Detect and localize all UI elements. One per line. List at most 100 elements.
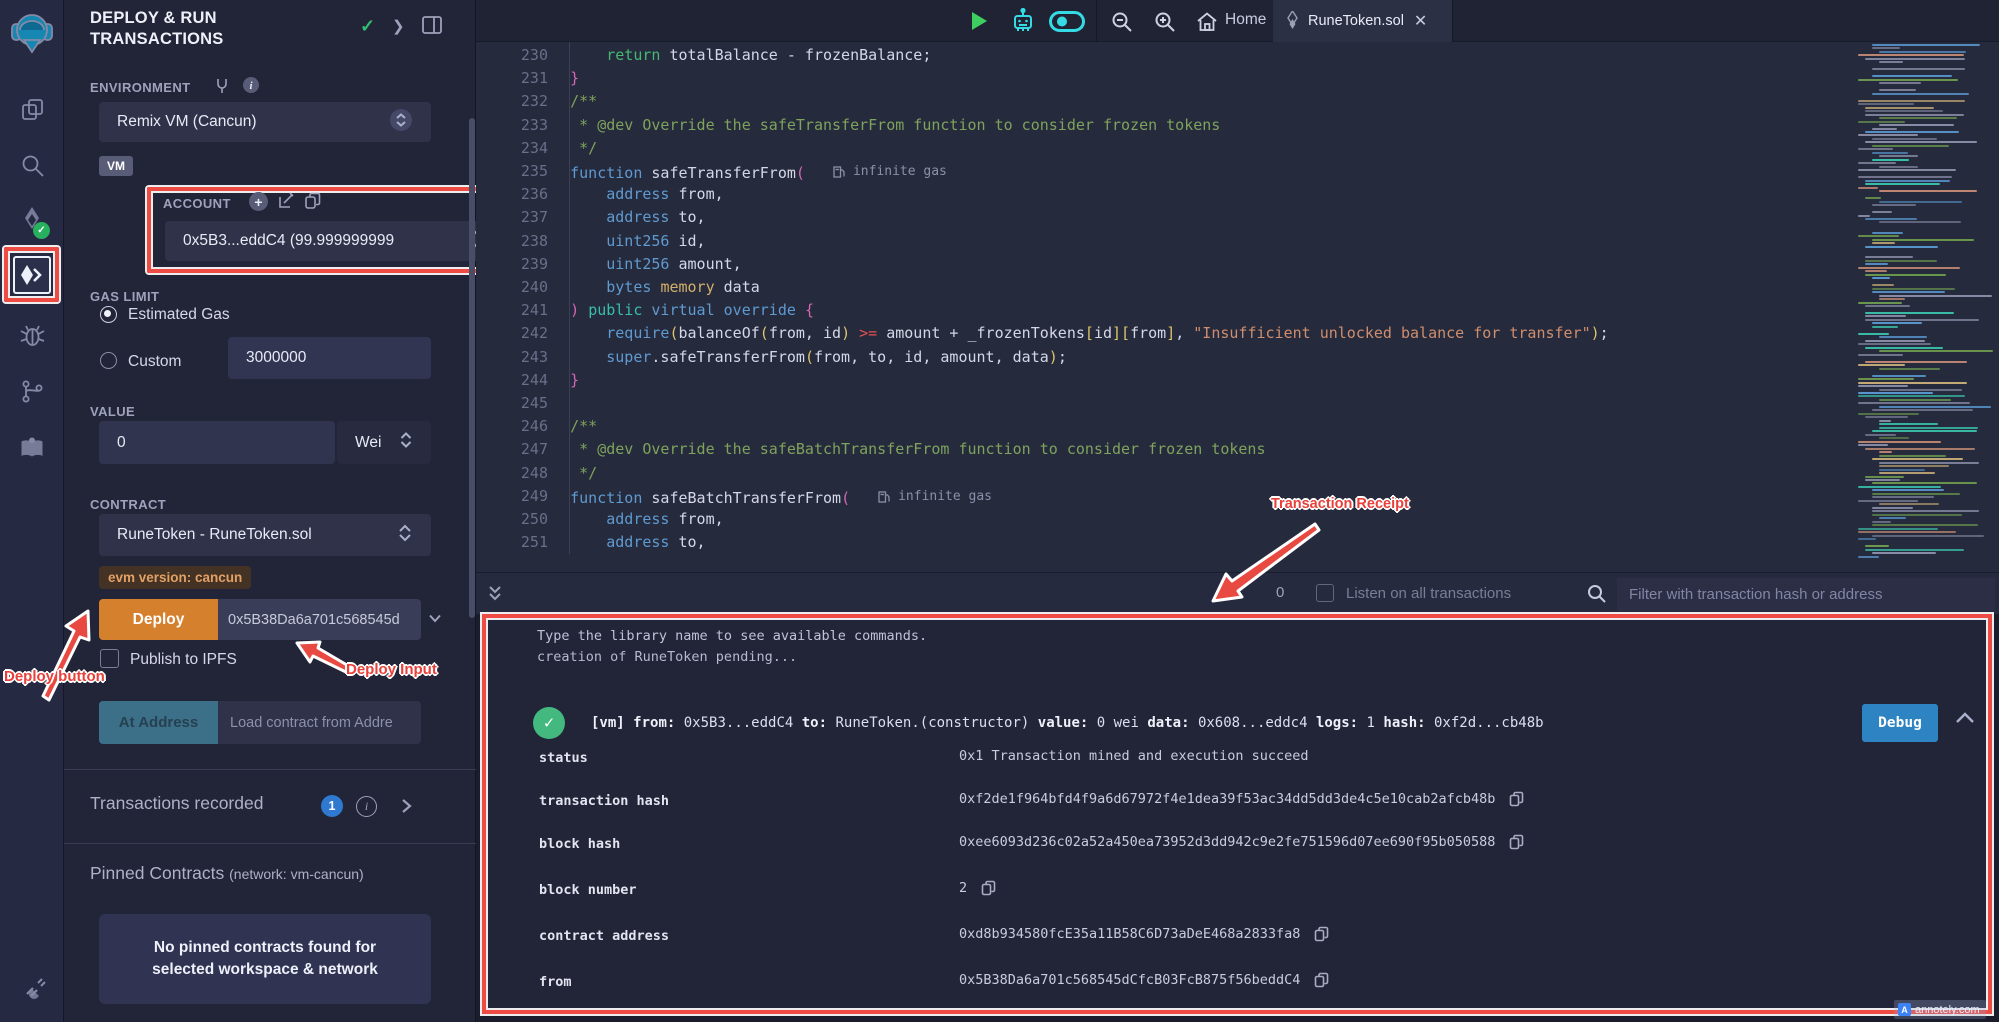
terminal-log-line: Type the library name to see available c…: [537, 628, 927, 644]
code-line: 235 function safeTransferFrom(infinite g…: [476, 160, 1846, 183]
copy-icon[interactable]: [1509, 791, 1524, 807]
receipt-row-value: 0xee6093d236c02a52a450ea73952d3dd942c9e2…: [959, 834, 1524, 850]
value-unit-select[interactable]: Wei: [337, 421, 431, 464]
sidebar-scrollbar[interactable]: [469, 118, 475, 618]
zoom-in-icon[interactable]: [1153, 10, 1177, 39]
plug-icon[interactable]: [0, 975, 64, 1002]
receipt-row-value: 0x5B38Da6a701c568545dCfcB03FcB875f56bedd…: [959, 972, 1329, 988]
value-input[interactable]: 0: [99, 421, 335, 464]
terminal-header: 0 Listen on all transactions Filter with…: [476, 572, 1999, 614]
editor-topbar: Home RuneToken.sol ✕: [476, 0, 1999, 42]
deploy-expand-chevron-icon[interactable]: [427, 610, 443, 631]
code-line: 236 address from,: [476, 183, 1846, 206]
copy-icon[interactable]: [1314, 972, 1329, 988]
code-line: 234 */: [476, 137, 1846, 160]
listen-all-label: Listen on all transactions: [1346, 585, 1511, 602]
pinned-network: (network: vm-cancun): [229, 866, 364, 882]
code-line: 245: [476, 392, 1846, 415]
at-address-input[interactable]: Load contract from Addre: [218, 701, 421, 744]
fork-state-icon[interactable]: [214, 77, 230, 99]
deploy-run-panel: DEPLOY & RUN TRANSACTIONS ✓ ❯ ENVIRONMEN…: [64, 0, 476, 1022]
line-number: 245: [476, 392, 548, 415]
search-icon[interactable]: [0, 152, 64, 179]
custom-gas-label: Custom: [128, 353, 181, 371]
copy-icon[interactable]: [1314, 926, 1329, 942]
custom-gas-input[interactable]: 3000000: [228, 337, 431, 379]
code-line: 242 require(balanceOf(from, id) >= amoun…: [476, 322, 1846, 345]
home-icon[interactable]: [1195, 10, 1219, 39]
edit-account-icon[interactable]: [277, 192, 295, 215]
collapse-receipt-icon[interactable]: [1954, 710, 1976, 730]
deploy-and-run-tab[interactable]: [13, 256, 51, 294]
zoom-out-icon[interactable]: [1110, 10, 1134, 39]
debugger-icon[interactable]: [0, 322, 64, 349]
estimated-gas-radio[interactable]: [100, 306, 117, 323]
panel-forward-icon[interactable]: ❯: [392, 17, 405, 35]
panel-layout-icon[interactable]: [422, 16, 442, 39]
account-select[interactable]: 0x5B3...eddC4 (99.999999999: [165, 221, 493, 261]
publish-ipfs-checkbox[interactable]: [100, 649, 119, 668]
account-value: 0x5B3...eddC4 (99.999999999: [183, 232, 394, 250]
receipt-row-label: transaction hash: [539, 793, 669, 809]
infinite-gas-annotation: infinite gas: [878, 485, 992, 508]
success-check-icon: ✓: [533, 707, 565, 739]
evm-version-badge: evm version: cancun: [99, 566, 251, 589]
tab-runetoken[interactable]: RuneToken.sol ✕: [1273, 0, 1453, 42]
copy-icon[interactable]: [981, 880, 996, 896]
account-label: ACCOUNT: [163, 196, 231, 211]
receipt-row-label: contract address: [539, 928, 669, 944]
value-amount: 0: [117, 434, 126, 452]
contract-value: RuneToken - RuneToken.sol: [117, 526, 312, 544]
infinite-gas-annotation: infinite gas: [833, 160, 947, 183]
environment-label: ENVIRONMENT: [90, 80, 190, 95]
code-line: 239 uint256 amount,: [476, 253, 1846, 276]
copy-icon[interactable]: [1509, 834, 1524, 850]
code-line: 231 }: [476, 67, 1846, 90]
at-address-button[interactable]: At Address: [99, 701, 218, 744]
contract-select[interactable]: RuneToken - RuneToken.sol: [99, 514, 431, 556]
environment-select[interactable]: Remix VM (Cancun): [99, 102, 431, 142]
transactions-recorded-label: Transactions recorded: [90, 793, 263, 814]
receipt-row-value: 0x1 Transaction mined and execution succ…: [959, 748, 1309, 764]
transaction-count: 0: [1276, 584, 1284, 601]
code-line: 237 address to,: [476, 206, 1846, 229]
transactions-count-badge: 1: [321, 795, 343, 817]
copy-account-icon[interactable]: [304, 192, 322, 215]
plugin-manager-icon[interactable]: [0, 436, 64, 462]
minimap[interactable]: [1858, 44, 1990, 562]
code-editor[interactable]: 230 return totalBalance - frozenBalance;…: [476, 42, 1999, 572]
ai-toggle-icon[interactable]: [1049, 11, 1085, 37]
compiler-success-badge-icon: ✓: [33, 222, 50, 239]
code-line: 249 function safeBatchTransferFrom(infin…: [476, 485, 1846, 508]
chevron-updown-icon: [399, 430, 413, 455]
chevron-updown-icon: [397, 522, 413, 549]
value-unit: Wei: [355, 434, 381, 452]
git-icon[interactable]: [0, 378, 64, 405]
transaction-summary[interactable]: [vm] from: 0x5B3...eddC4 to: RuneToken.(…: [591, 715, 1544, 731]
environment-info-icon[interactable]: i: [242, 76, 260, 99]
transactions-expand-icon[interactable]: [398, 797, 414, 820]
transactions-info-icon[interactable]: i: [356, 796, 377, 817]
run-script-icon[interactable]: [972, 12, 987, 30]
ai-assistant-icon[interactable]: [1009, 8, 1037, 40]
deploy-input[interactable]: 0x5B38Da6a701c568545d: [218, 599, 421, 640]
listen-all-checkbox[interactable]: [1316, 584, 1334, 602]
file-explorer-icon[interactable]: [0, 96, 64, 123]
home-tab-label[interactable]: Home: [1225, 11, 1266, 29]
code-line: 233 * @dev Override the safeTransferFrom…: [476, 114, 1846, 137]
code-line: 250 address from,: [476, 508, 1846, 531]
expand-terminal-icon[interactable]: [486, 584, 504, 609]
tab-close-icon[interactable]: ✕: [1414, 11, 1427, 31]
custom-gas-radio[interactable]: [100, 352, 117, 369]
terminal-search-icon[interactable]: [1586, 583, 1608, 610]
debug-button[interactable]: Debug: [1862, 704, 1938, 742]
solidity-compiler-icon[interactable]: [0, 205, 64, 235]
add-account-icon[interactable]: +: [249, 192, 268, 211]
chevron-updown-icon: [389, 108, 413, 137]
terminal-filter-input[interactable]: Filter with transaction hash or address: [1617, 578, 1995, 611]
remix-logo-icon[interactable]: [0, 10, 64, 54]
annotely-icon: A: [1898, 1003, 1911, 1016]
terminal-log-line: creation of RuneToken pending...: [537, 649, 797, 665]
deploy-button[interactable]: Deploy: [99, 599, 218, 640]
vm-badge: VM: [99, 156, 133, 176]
